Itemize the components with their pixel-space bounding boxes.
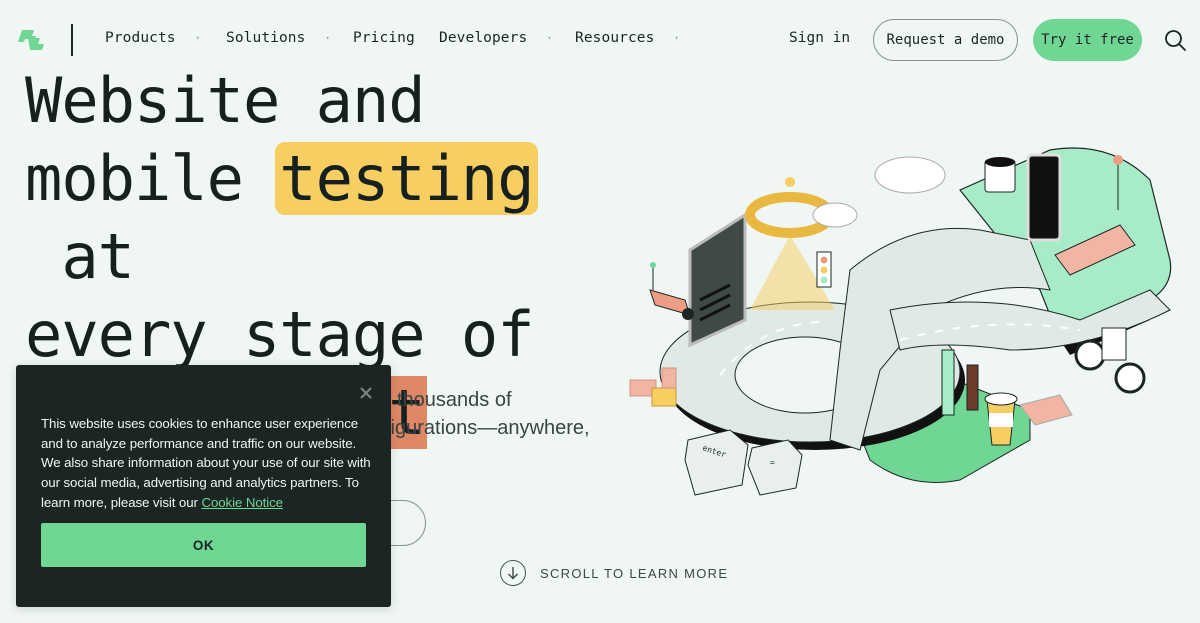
hero-title-line: Website and	[25, 64, 426, 137]
nav-item-label: Resources	[575, 30, 655, 46]
sign-in-link[interactable]: Sign in	[789, 30, 850, 46]
brand-logo-icon[interactable]	[16, 24, 48, 56]
coffee-mug-logo	[984, 157, 1016, 193]
scroll-to-learn-more[interactable]: SCROLL TO LEARN MORE	[500, 560, 728, 586]
chevron-down-icon: ▾	[325, 34, 330, 42]
chevron-down-icon: ▾	[195, 34, 200, 42]
nav-item-label: Solutions	[226, 30, 306, 46]
highlight-testing: testing	[275, 142, 538, 215]
hero-title-line: at	[25, 220, 135, 293]
nav-item-products[interactable]: Products ▾	[105, 30, 200, 46]
pillar	[966, 364, 979, 411]
yellow-drone-ring	[745, 177, 858, 310]
cookie-ok-button[interactable]: OK	[41, 523, 366, 567]
nav-item-label: Pricing	[353, 30, 415, 46]
nav-item-developers[interactable]: Developers ▾	[439, 30, 552, 46]
pillar	[941, 349, 955, 416]
nav-item-pricing[interactable]: Pricing	[353, 30, 415, 46]
nav-divider	[71, 24, 73, 56]
nav-item-label: Products	[105, 30, 176, 46]
nav-item-label: Developers	[439, 30, 528, 46]
traffic-light	[816, 251, 832, 288]
hero-title-line: every stage of	[25, 298, 535, 371]
search-icon[interactable]	[1163, 28, 1187, 52]
cookie-message: This website uses cookies to enhance use…	[41, 414, 371, 513]
close-icon[interactable]	[358, 385, 374, 401]
chevron-down-icon: ▾	[547, 34, 552, 42]
hero-title-line: mobile	[25, 142, 280, 215]
request-demo-button[interactable]: Request a demo	[873, 19, 1018, 61]
security-camera	[649, 262, 694, 320]
cookie-banner: This website uses cookies to enhance use…	[16, 365, 391, 607]
lego-blocks	[629, 367, 677, 407]
scroll-label: SCROLL TO LEARN MORE	[540, 565, 729, 581]
arrow-down-icon	[500, 560, 526, 586]
cloud	[874, 156, 946, 194]
chevron-down-icon: ▾	[674, 34, 679, 42]
cookie-notice-link[interactable]: Cookie Notice	[201, 495, 283, 510]
nav-item-solutions[interactable]: Solutions ▾	[226, 30, 330, 46]
nav-item-resources[interactable]: Resources ▾	[575, 30, 679, 46]
smartphone	[1026, 153, 1062, 242]
try-free-button[interactable]: Try it free	[1033, 19, 1142, 61]
equals-key-label: =	[770, 458, 775, 467]
hero-illustration: enter =	[629, 147, 1172, 496]
